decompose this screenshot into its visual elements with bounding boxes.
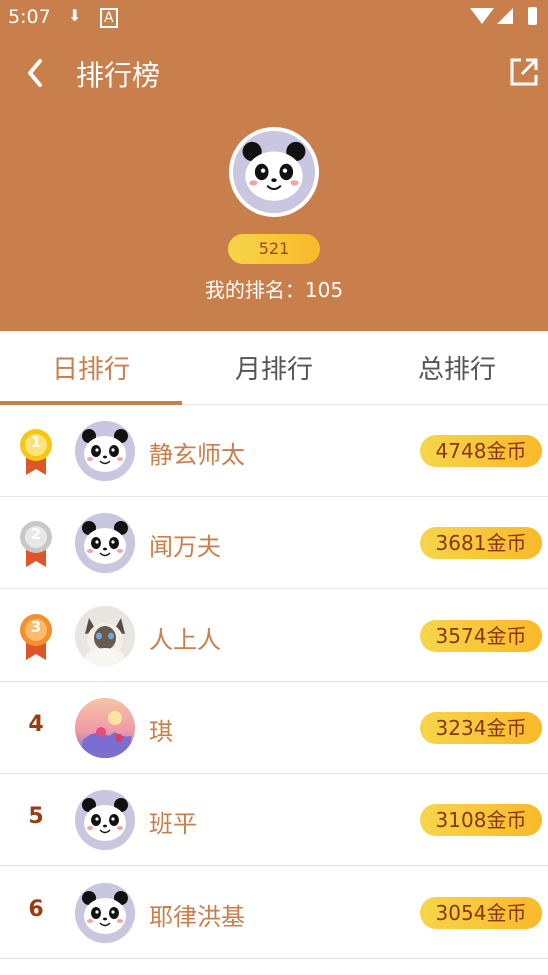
coin-score-badge: 4748金币 <box>420 435 542 467</box>
panda-avatar-icon <box>75 882 135 943</box>
coin-score-badge: 3681金币 <box>420 527 542 560</box>
ranking-row[interactable]: 3 人上人 3574金币 <box>0 589 548 682</box>
ranking-row[interactable]: 4 琪 3234金币 <box>0 681 548 774</box>
back-arrow-icon[interactable] <box>22 55 52 91</box>
ranking-row[interactable]: 1 静玄师太 4748金币 <box>0 405 548 497</box>
ranking-tabs: 日排行 月排行 总排行 <box>0 331 548 405</box>
user-avatar[interactable] <box>75 605 135 666</box>
user-avatar[interactable] <box>75 421 135 481</box>
flower-photo-avatar <box>75 697 135 758</box>
rank-number: 5 <box>28 804 44 830</box>
bronze-medal: 3 <box>18 612 54 662</box>
user-avatar[interactable] <box>75 790 135 851</box>
panda-avatar-icon <box>75 421 135 481</box>
cell-signal-icon <box>497 8 513 24</box>
panda-avatar-icon <box>75 513 135 574</box>
user-name: 人上人 <box>149 625 221 654</box>
silver-medal: 2 <box>18 519 54 569</box>
rank-number: 2 <box>30 525 42 544</box>
user-avatar[interactable] <box>75 513 135 574</box>
status-time: 5:07 <box>8 6 51 28</box>
rank-number: 4 <box>28 711 44 737</box>
user-name: 耶律洪基 <box>149 902 245 931</box>
tab-total[interactable]: 总排行 <box>366 349 548 386</box>
coin-score-badge: 3108金币 <box>420 804 542 837</box>
coin-score-badge: 3054金币 <box>420 896 542 929</box>
app-notification-icon: A <box>100 8 118 28</box>
battery-icon <box>528 7 537 25</box>
rank-number: 6 <box>28 896 44 922</box>
tab-daily[interactable]: 日排行 <box>0 349 182 386</box>
share-icon[interactable] <box>508 56 540 88</box>
user-avatar[interactable] <box>75 882 135 943</box>
my-avatar[interactable] <box>229 127 319 217</box>
panda-avatar-icon <box>75 790 135 851</box>
my-rank-text: 我的排名：105 <box>204 278 344 302</box>
gold-medal: 1 <box>18 427 54 477</box>
page-title: 排行榜 <box>76 59 161 92</box>
download-icon: ⬇ <box>68 6 82 25</box>
user-name: 闻万夫 <box>149 533 221 562</box>
user-avatar[interactable] <box>75 697 135 758</box>
coin-score-badge: 3234金币 <box>420 711 542 744</box>
coin-score-badge: 3574金币 <box>420 619 542 652</box>
user-name: 琪 <box>149 717 173 746</box>
panda-avatar-icon <box>233 131 315 213</box>
tab-monthly[interactable]: 月排行 <box>183 349 365 386</box>
wifi-icon <box>470 8 494 24</box>
ranking-row[interactable]: 2 闻万夫 3681金币 <box>0 497 548 590</box>
rank-number: 3 <box>30 617 42 636</box>
header: 5:07 ⬇ A 排行榜 521 我的排名：105 <box>0 0 548 331</box>
user-name: 静玄师太 <box>149 441 245 469</box>
status-bar: 5:07 ⬇ A <box>0 0 548 34</box>
ranking-row[interactable]: 5 班平 3108金币 <box>0 774 548 867</box>
my-coins-badge: 521 <box>228 234 320 264</box>
ranking-row[interactable]: 6 耶律洪基 3054金币 <box>0 866 548 959</box>
user-name: 班平 <box>149 810 197 839</box>
rank-number: 1 <box>30 433 42 451</box>
cat-photo-avatar <box>75 605 135 666</box>
